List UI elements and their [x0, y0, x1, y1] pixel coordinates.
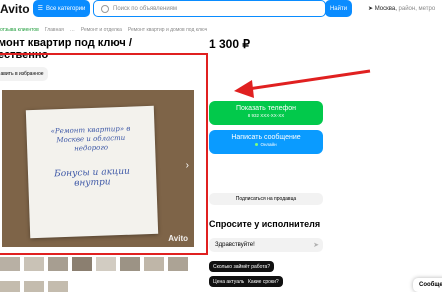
photo-text-bottom: Бонусы и акции внутри	[54, 166, 131, 189]
write-message-label: Написать сообщение	[231, 134, 301, 141]
thumbnail[interactable]	[144, 257, 164, 271]
find-button[interactable]: Найти	[325, 0, 352, 17]
photo-text-top: «Ремонт квартир» в Москве и области недо…	[50, 124, 131, 153]
write-message-button[interactable]: Написать сообщение Онлайн	[209, 130, 323, 154]
location-selector[interactable]: ➤ Москва, район, метро	[368, 5, 435, 12]
search-placeholder: Поиск по объявлениям	[113, 5, 178, 12]
subscribe-button[interactable]: Подписаться на продавца	[209, 193, 323, 205]
message-input-text: Здравствуйте!	[215, 242, 255, 248]
online-dot-icon	[255, 143, 259, 146]
location-sub: район, метро	[398, 6, 436, 12]
show-phone-button[interactable]: Показать телефон 8 932 XXX-XX-XX	[209, 101, 323, 125]
search-input[interactable]: Поиск по объявлениям	[93, 0, 326, 17]
online-status-label: Онлайн	[260, 142, 277, 147]
breadcrumb-apartments[interactable]: Ремонт квартир и домов под ключ	[128, 27, 207, 33]
breadcrumb-reviews[interactable]: отзыва клиентов	[0, 27, 39, 33]
title-line-1: монт квартир под ключ /	[0, 37, 132, 49]
location-city: Москва,	[374, 6, 397, 12]
location-pin-icon: ➤	[368, 6, 374, 12]
send-icon[interactable]: ➤	[313, 241, 319, 249]
add-to-favorites-button[interactable]: авить в избранное	[0, 67, 48, 81]
avito-watermark: Avito	[168, 234, 188, 243]
thumbnail-strip	[0, 257, 188, 271]
breadcrumb-home[interactable]: Главная	[45, 27, 64, 33]
next-photo-icon[interactable]: ›	[186, 160, 189, 171]
phone-mask: 8 932 XXX-XX-XX	[247, 113, 285, 118]
quick-question-chip[interactable]: Сколько займёт работа?	[209, 261, 275, 272]
show-phone-label: Показать телефон	[236, 105, 296, 112]
all-categories-label: Все категории	[45, 5, 86, 12]
thumbnail[interactable]	[24, 257, 44, 271]
thumbnail[interactable]	[48, 281, 68, 292]
menu-icon: ☰	[37, 6, 43, 12]
message-input[interactable]: Здравствуйте! ➤	[209, 238, 323, 252]
search-icon	[101, 4, 109, 13]
breadcrumb-ellipsis[interactable]: …	[70, 27, 75, 33]
red-arrow-icon	[234, 69, 371, 98]
thumbnail[interactable]	[24, 281, 44, 292]
thumbnail[interactable]	[96, 257, 116, 271]
thumbnail[interactable]	[72, 257, 92, 271]
online-status: Онлайн	[209, 142, 323, 147]
avito-logo[interactable]: Avito	[0, 2, 30, 16]
thumbnail[interactable]	[120, 257, 140, 271]
breadcrumb: отзыва клиентов Главная … Ремонт и отдел…	[0, 27, 207, 33]
thumbnail[interactable]	[0, 257, 20, 271]
price: 1 300 ₽	[209, 37, 250, 51]
breadcrumb-repair[interactable]: Ремонт и отделка	[81, 27, 122, 33]
thumbnail[interactable]	[168, 257, 188, 271]
quick-question-chip[interactable]: Какие сроки?	[244, 276, 283, 287]
ask-title: Спросите у исполнителя	[209, 219, 321, 229]
messages-pill[interactable]: Сообщен	[413, 278, 442, 292]
page-title: монт квартир под ключ / ественно	[0, 37, 132, 61]
all-categories-button[interactable]: ☰ Все категории	[33, 0, 90, 17]
photo-gallery[interactable]: «Ремонт квартир» в Москве и области недо…	[2, 90, 194, 247]
thumbnail[interactable]	[0, 281, 20, 292]
thumbnail-strip-2	[0, 281, 68, 292]
photo-paper-sheet: «Ремонт квартир» в Москве и области недо…	[25, 105, 159, 239]
title-line-2: ественно	[0, 49, 49, 61]
thumbnail[interactable]	[48, 257, 68, 271]
